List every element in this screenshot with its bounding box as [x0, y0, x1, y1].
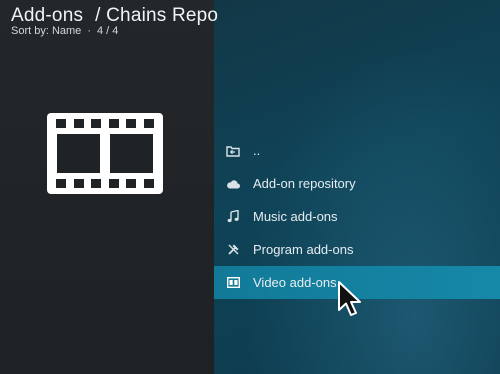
section-title: Add-ons — [11, 5, 84, 26]
music-note-icon — [226, 210, 240, 224]
list-item-addon-repository[interactable]: Add-on repository — [214, 167, 500, 200]
list-item-label: Music add-ons — [253, 209, 338, 224]
page-title: Add-ons / Chains Repo — [11, 5, 218, 27]
list-item-label: Add-on repository — [253, 176, 356, 191]
cloud-icon — [226, 177, 240, 191]
video-icon — [226, 276, 240, 290]
folder-back-icon — [226, 144, 240, 158]
item-count: 4 / 4 — [96, 25, 119, 37]
header: Add-ons / Chains Repo Sort by: Name · 4 / 4 — [11, 5, 218, 37]
list-item-parent[interactable]: .. — [214, 134, 500, 167]
list-item-label: Video add-ons — [253, 275, 337, 290]
tools-icon — [226, 243, 240, 257]
film-strip-icon — [47, 113, 163, 194]
list-item-label: .. — [253, 143, 261, 158]
breadcrumb-path: / Chains Repo — [95, 5, 219, 26]
addon-category-list: .. Add-on repository Music add-ons Progr… — [214, 134, 500, 299]
list-item-music-addons[interactable]: Music add-ons — [214, 200, 500, 233]
separator-dot: · — [87, 25, 91, 37]
sort-label: Sort by: Name — [11, 25, 82, 37]
list-item-program-addons[interactable]: Program add-ons — [214, 233, 500, 266]
mouse-pointer-icon — [337, 280, 363, 320]
list-item-label: Program add-ons — [253, 242, 354, 257]
